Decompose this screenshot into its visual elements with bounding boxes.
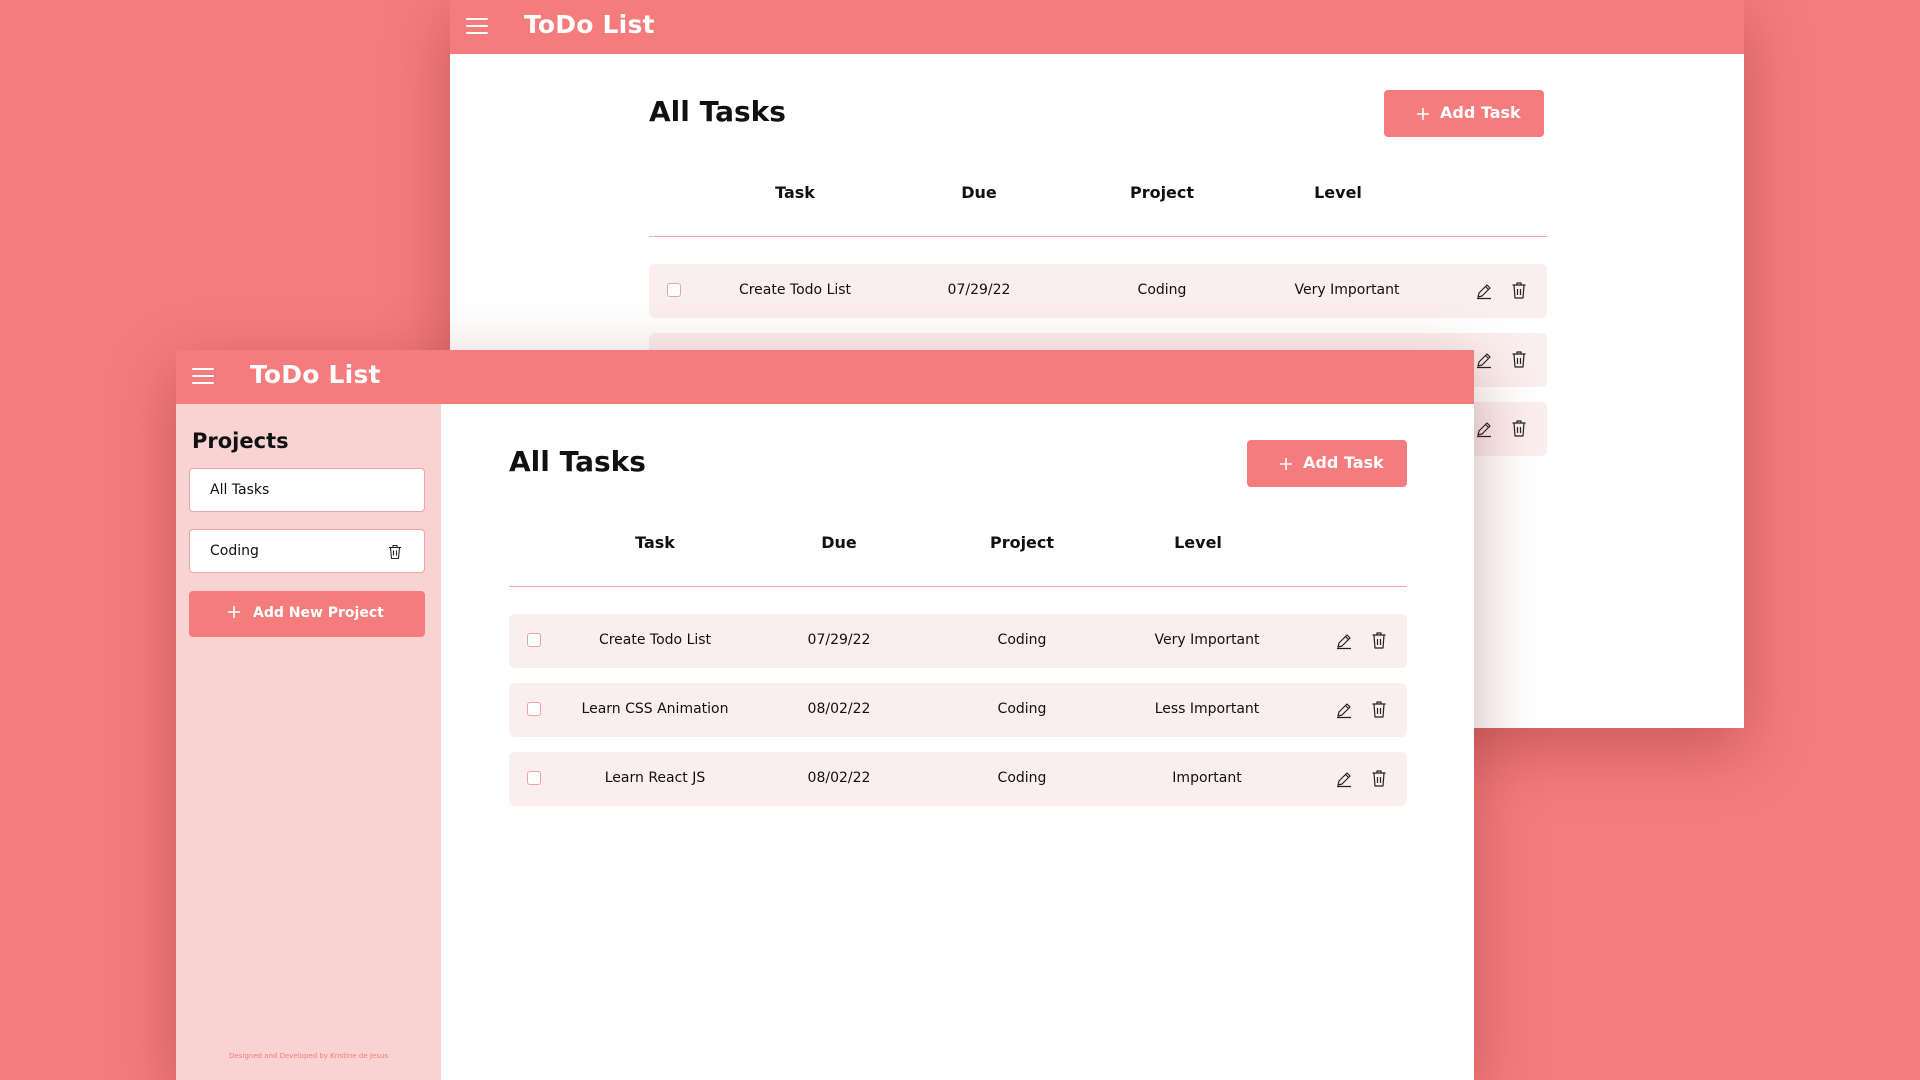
- pencil-icon[interactable]: [1475, 351, 1493, 369]
- pencil-icon[interactable]: [1335, 701, 1353, 719]
- sidebar-item-label: Coding: [210, 543, 259, 559]
- task-checkbox[interactable]: [527, 702, 541, 716]
- pencil-icon[interactable]: [1335, 632, 1353, 650]
- task-level: Important: [1172, 770, 1242, 786]
- sidebar-item-label: All Tasks: [210, 482, 270, 498]
- task-due: 08/02/22: [807, 701, 871, 717]
- pencil-icon[interactable]: [1475, 420, 1493, 438]
- column-header-task: Task: [775, 183, 815, 202]
- table-header: Task Due Project Level: [649, 154, 1547, 237]
- column-header-level: Level: [1174, 533, 1222, 552]
- task-level: Very Important: [1294, 282, 1400, 298]
- trash-icon[interactable]: [1511, 281, 1527, 300]
- task-checkbox[interactable]: [527, 633, 541, 647]
- page-title: All Tasks: [509, 445, 646, 478]
- table-row: Learn CSS Animation 08/02/22 Coding Less…: [509, 683, 1407, 737]
- task-name: Learn React JS: [604, 770, 706, 786]
- column-header-project: Project: [1129, 183, 1195, 202]
- task-project: Coding: [997, 701, 1047, 717]
- task-due: 07/29/22: [807, 632, 871, 648]
- sidebar-title: Projects: [192, 429, 289, 453]
- trash-icon[interactable]: [1371, 631, 1387, 650]
- hamburger-menu-icon[interactable]: [192, 368, 214, 385]
- task-project: Coding: [1137, 282, 1187, 298]
- task-project: Coding: [997, 632, 1047, 648]
- add-new-project-label: Add New Project: [253, 605, 384, 621]
- column-header-project: Project: [989, 533, 1055, 552]
- tasks-table: Task Due Project Level Create Todo List …: [509, 504, 1407, 806]
- app-title: ToDo List: [524, 10, 655, 39]
- trash-icon[interactable]: [1371, 769, 1387, 788]
- task-name: Learn CSS Animation: [581, 701, 729, 717]
- pencil-icon[interactable]: [1335, 770, 1353, 788]
- app-title: ToDo List: [250, 360, 381, 389]
- task-due: 07/29/22: [947, 282, 1011, 298]
- table-row: Create Todo List 07/29/22 Coding Very Im…: [509, 614, 1407, 668]
- add-task-label: Add Task: [1303, 453, 1384, 472]
- task-level: Very Important: [1154, 632, 1260, 648]
- plus-icon: [1417, 108, 1429, 120]
- add-new-project-button[interactable]: Add New Project: [189, 591, 425, 637]
- todo-window-front: ToDo List Projects All Tasks Coding Add …: [176, 350, 1474, 1080]
- add-task-button[interactable]: Add Task: [1247, 440, 1407, 487]
- table-row: Create Todo List 07/29/22 Coding Very Im…: [649, 264, 1547, 318]
- plus-icon: [228, 606, 240, 618]
- page-title: All Tasks: [649, 95, 786, 128]
- sidebar: Projects All Tasks Coding Add New Projec…: [176, 404, 441, 1080]
- top-bar: ToDo List: [176, 350, 1474, 404]
- add-task-button[interactable]: Add Task: [1384, 90, 1544, 137]
- trash-icon[interactable]: [1511, 419, 1527, 438]
- task-level: Less Important: [1154, 701, 1260, 717]
- task-checkbox[interactable]: [527, 771, 541, 785]
- table-row: Learn React JS 08/02/22 Coding Important: [509, 752, 1407, 806]
- column-header-task: Task: [635, 533, 675, 552]
- task-checkbox[interactable]: [667, 283, 681, 297]
- column-header-level: Level: [1314, 183, 1362, 202]
- plus-icon: [1280, 458, 1292, 470]
- task-name: Create Todo List: [598, 632, 712, 648]
- sidebar-item-coding[interactable]: Coding: [189, 529, 425, 573]
- table-header: Task Due Project Level: [509, 504, 1407, 587]
- sidebar-item-all-tasks[interactable]: All Tasks: [189, 468, 425, 512]
- trash-icon[interactable]: [1371, 700, 1387, 719]
- hamburger-menu-icon[interactable]: [466, 18, 488, 35]
- trash-icon[interactable]: [1511, 350, 1527, 369]
- pencil-icon[interactable]: [1475, 282, 1493, 300]
- footer-credit: Designed and Developed by Kristine de Je…: [229, 1052, 388, 1060]
- main-content: All Tasks Add Task Task Due Project Leve…: [441, 404, 1474, 1080]
- task-project: Coding: [997, 770, 1047, 786]
- top-bar: ToDo List: [450, 0, 1744, 54]
- task-name: Create Todo List: [738, 282, 852, 298]
- column-header-due: Due: [961, 183, 997, 202]
- column-header-due: Due: [821, 533, 857, 552]
- task-due: 08/02/22: [807, 770, 871, 786]
- add-task-label: Add Task: [1440, 103, 1521, 122]
- trash-icon[interactable]: [388, 544, 402, 560]
